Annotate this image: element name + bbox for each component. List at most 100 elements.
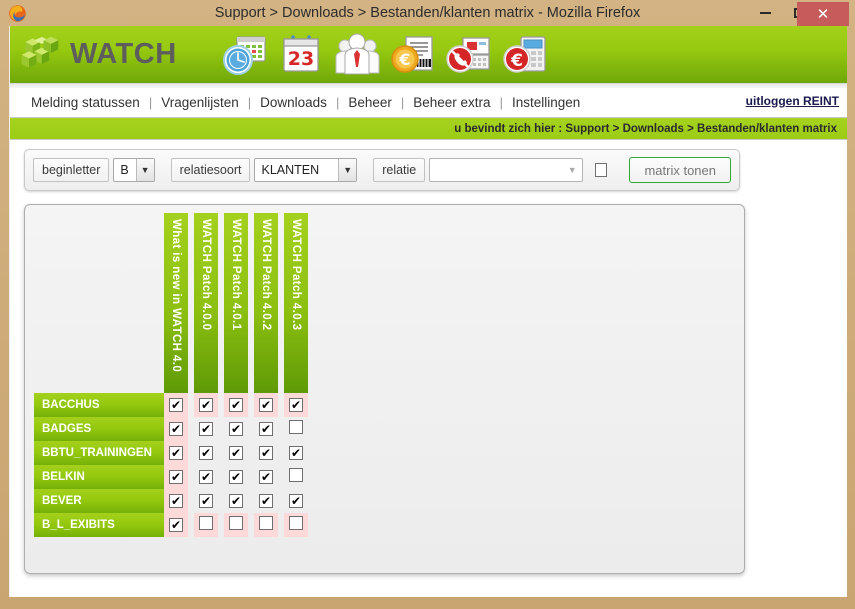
checkbox[interactable]: ✔ (199, 422, 213, 436)
people-team-icon[interactable] (331, 29, 383, 81)
app-logo[interactable]: WATCH (18, 31, 177, 77)
svg-text:23: 23 (288, 48, 314, 70)
nav-item-downloads[interactable]: Downloads (251, 95, 336, 110)
matrix-cell[interactable]: ✔ (254, 465, 278, 489)
checkbox[interactable] (289, 467, 303, 482)
main-navigation: Melding statussen | Vragenlijsten | Down… (10, 88, 847, 118)
matrix-column-header-1[interactable]: WATCH Patch 4.0.0 (194, 213, 218, 393)
show-matrix-button[interactable]: matrix tonen (629, 157, 732, 183)
checkbox[interactable]: ✔ (229, 446, 243, 460)
matrix-cell[interactable]: ✔ (254, 417, 278, 441)
show-matrix-button-label: matrix tonen (644, 162, 717, 178)
svg-text:€: € (510, 51, 523, 71)
nav-item-beheer[interactable]: Beheer (339, 95, 401, 110)
checkbox[interactable]: ✔ (259, 422, 273, 436)
window-minimize-button[interactable] (750, 0, 780, 26)
checkbox[interactable]: ✔ (169, 422, 183, 436)
relatie-combobox[interactable]: ▼ (429, 158, 584, 182)
matrix-column-header-3[interactable]: WATCH Patch 4.0.2 (254, 213, 278, 393)
checkbox[interactable]: ✔ (259, 446, 273, 460)
matrix-cell[interactable]: ✔ (164, 489, 188, 513)
matrix-cell[interactable]: ✔ (194, 465, 218, 489)
matrix-cell[interactable]: ✔ (224, 489, 248, 513)
table-row: BADGES ✔ ✔ ✔ ✔ (34, 417, 308, 441)
matrix-column-header-label: What is new in WATCH 4.0 (170, 219, 182, 373)
calculator-euro-icon[interactable]: € (499, 29, 551, 81)
checkbox[interactable] (289, 419, 303, 434)
relatie-all-checkbox[interactable] (595, 163, 608, 177)
matrix-column-header-label: WATCH Patch 4.0.0 (200, 219, 212, 331)
matrix-corner-cell (34, 213, 164, 393)
checkbox[interactable]: ✔ (229, 398, 243, 412)
matrix-cell[interactable]: ✔ (164, 417, 188, 441)
checkbox[interactable]: ✔ (169, 494, 183, 508)
matrix-cell[interactable]: ✔ (164, 513, 188, 537)
nav-item-instellingen[interactable]: Instellingen (503, 95, 589, 110)
nav-item-beheer-extra[interactable]: Beheer extra (404, 95, 499, 110)
checkbox[interactable]: ✔ (169, 518, 183, 532)
phone-fax-blocked-icon[interactable] (443, 29, 495, 81)
matrix-cell[interactable] (224, 513, 248, 537)
checkbox[interactable]: ✔ (259, 398, 273, 412)
nav-item-melding-statussen[interactable]: Melding statussen (22, 95, 149, 110)
checkbox[interactable]: ✔ (199, 470, 213, 484)
matrix-column-header-2[interactable]: WATCH Patch 4.0.1 (224, 213, 248, 393)
checkbox[interactable]: ✔ (169, 470, 183, 484)
matrix-cell[interactable] (284, 513, 308, 537)
matrix-row-label: BADGES (34, 417, 164, 441)
matrix-cell[interactable]: ✔ (164, 393, 188, 417)
matrix-cell[interactable]: ✔ (254, 441, 278, 465)
checkbox[interactable]: ✔ (229, 470, 243, 484)
checkbox[interactable]: ✔ (259, 470, 273, 484)
window-close-button[interactable]: ✕ (797, 2, 849, 26)
planning-clock-calendar-icon[interactable] (219, 29, 271, 81)
checkbox[interactable]: ✔ (229, 494, 243, 508)
matrix-cell[interactable] (194, 513, 218, 537)
matrix-cell[interactable]: ✔ (284, 393, 308, 417)
matrix-cell[interactable] (284, 465, 308, 489)
checkbox[interactable]: ✔ (169, 398, 183, 412)
matrix-cell[interactable] (284, 417, 308, 441)
matrix-cell[interactable]: ✔ (224, 393, 248, 417)
matrix-cell[interactable]: ✔ (164, 441, 188, 465)
checkbox[interactable]: ✔ (199, 446, 213, 460)
checkbox[interactable]: ✔ (169, 446, 183, 460)
logout-link[interactable]: uitloggen REINT (746, 94, 839, 108)
matrix-column-header-4[interactable]: WATCH Patch 4.0.3 (284, 213, 308, 393)
nav-item-vragenlijsten[interactable]: Vragenlijsten (152, 95, 248, 110)
matrix-cell[interactable]: ✔ (284, 441, 308, 465)
checkbox[interactable]: ✔ (259, 494, 273, 508)
matrix-cell[interactable] (254, 513, 278, 537)
checkbox[interactable]: ✔ (289, 398, 303, 412)
invoice-euro-icon[interactable]: € (387, 29, 439, 81)
checkbox[interactable]: ✔ (289, 494, 303, 508)
nav-item-list: Melding statussen | Vragenlijsten | Down… (10, 95, 589, 110)
checkbox[interactable]: ✔ (199, 494, 213, 508)
matrix-cell[interactable]: ✔ (194, 489, 218, 513)
matrix-cell[interactable]: ✔ (164, 465, 188, 489)
beginletter-select[interactable]: B ▼ (113, 158, 155, 182)
matrix-column-header-0[interactable]: What is new in WATCH 4.0 (164, 213, 188, 393)
checkbox[interactable] (289, 515, 303, 530)
checkbox[interactable]: ✔ (289, 446, 303, 460)
table-row: B_L_EXIBITS ✔ (34, 513, 308, 537)
matrix-cell[interactable]: ✔ (194, 393, 218, 417)
relatiesoort-select[interactable]: KLANTEN ▼ (254, 158, 358, 182)
checkbox[interactable] (199, 515, 213, 530)
matrix-cell[interactable]: ✔ (254, 489, 278, 513)
chevron-down-icon: ▼ (567, 165, 577, 175)
calendar-23-icon[interactable]: 23 (275, 29, 327, 81)
matrix-cell[interactable]: ✔ (224, 417, 248, 441)
matrix-cell[interactable]: ✔ (194, 441, 218, 465)
matrix-cell[interactable]: ✔ (224, 465, 248, 489)
checkbox[interactable]: ✔ (199, 398, 213, 412)
checkbox[interactable] (259, 515, 273, 530)
checkbox[interactable] (229, 515, 243, 530)
header-icon-toolbar: 23 € € (219, 29, 551, 81)
matrix-cell[interactable]: ✔ (194, 417, 218, 441)
matrix-cell[interactable]: ✔ (254, 393, 278, 417)
beginletter-label: beginletter (33, 158, 110, 182)
matrix-cell[interactable]: ✔ (224, 441, 248, 465)
matrix-cell[interactable]: ✔ (284, 489, 308, 513)
checkbox[interactable]: ✔ (229, 422, 243, 436)
